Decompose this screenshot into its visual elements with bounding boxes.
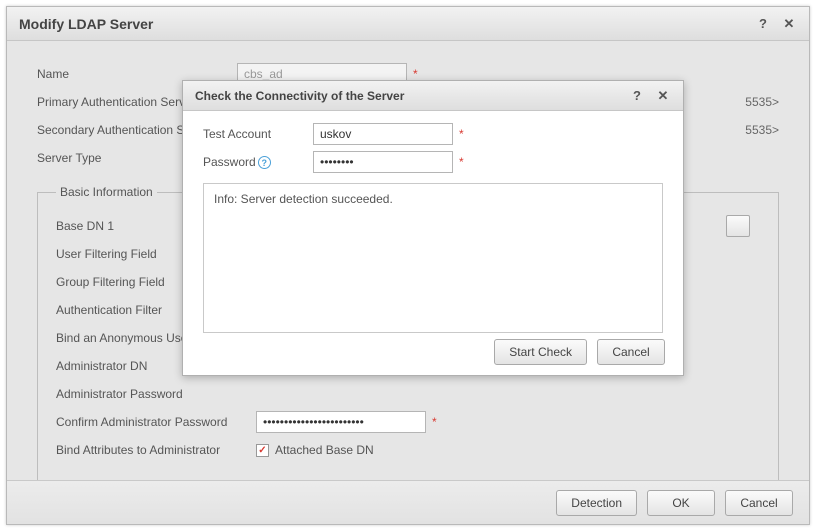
detection-button[interactable]: Detection [556,490,637,516]
admin-pass-label: Administrator Password [56,387,336,401]
info-box: Info: Server detection succeeded. [203,183,663,333]
dialog-footer: Start Check Cancel [183,329,683,375]
test-account-label: Test Account [203,127,313,141]
attached-base-dn-checkbox[interactable]: ✓ [256,444,269,457]
required-mark: * [413,67,418,81]
ok-button[interactable]: OK [647,490,715,516]
password-input[interactable] [313,151,453,173]
cancel-button[interactable]: Cancel [725,490,793,516]
confirm-admin-pass-input[interactable] [256,411,426,433]
primary-auth-hint: 5535> [745,95,779,109]
name-label: Name [37,67,237,81]
check-connectivity-dialog: Check the Connectivity of the Server ? ✕… [182,80,684,376]
required-mark: * [459,127,464,141]
secondary-auth-hint: 5535> [745,123,779,137]
dialog-title: Check the Connectivity of the Server [195,89,619,103]
close-icon[interactable]: ✕ [655,88,671,104]
window-titlebar: Modify LDAP Server ? ✕ [7,7,809,41]
password-label: Password? [203,155,313,170]
required-mark: * [432,415,437,429]
help-icon[interactable]: ? [258,156,271,169]
dialog-titlebar: Check the Connectivity of the Server ? ✕ [183,81,683,111]
window-title: Modify LDAP Server [19,16,745,32]
help-icon[interactable]: ? [629,88,645,104]
required-mark: * [459,155,464,169]
cancel-button[interactable]: Cancel [597,339,665,365]
start-check-button[interactable]: Start Check [494,339,587,365]
bind-attr-label: Bind Attributes to Administrator [56,443,256,457]
test-account-input[interactable] [313,123,453,145]
base-dn-action-button[interactable] [726,215,750,237]
help-icon[interactable]: ? [755,16,771,32]
attached-base-dn-label: Attached Base DN [275,443,374,457]
info-text: Info: Server detection succeeded. [214,192,393,206]
confirm-admin-pass-label: Confirm Administrator Password [56,415,256,429]
password-label-text: Password [203,155,256,169]
dialog-body: Test Account * Password? * Info: Server … [183,111,683,329]
basic-info-legend: Basic Information [56,185,157,199]
window-footer: Detection OK Cancel [7,480,809,524]
close-icon[interactable]: ✕ [781,16,797,32]
